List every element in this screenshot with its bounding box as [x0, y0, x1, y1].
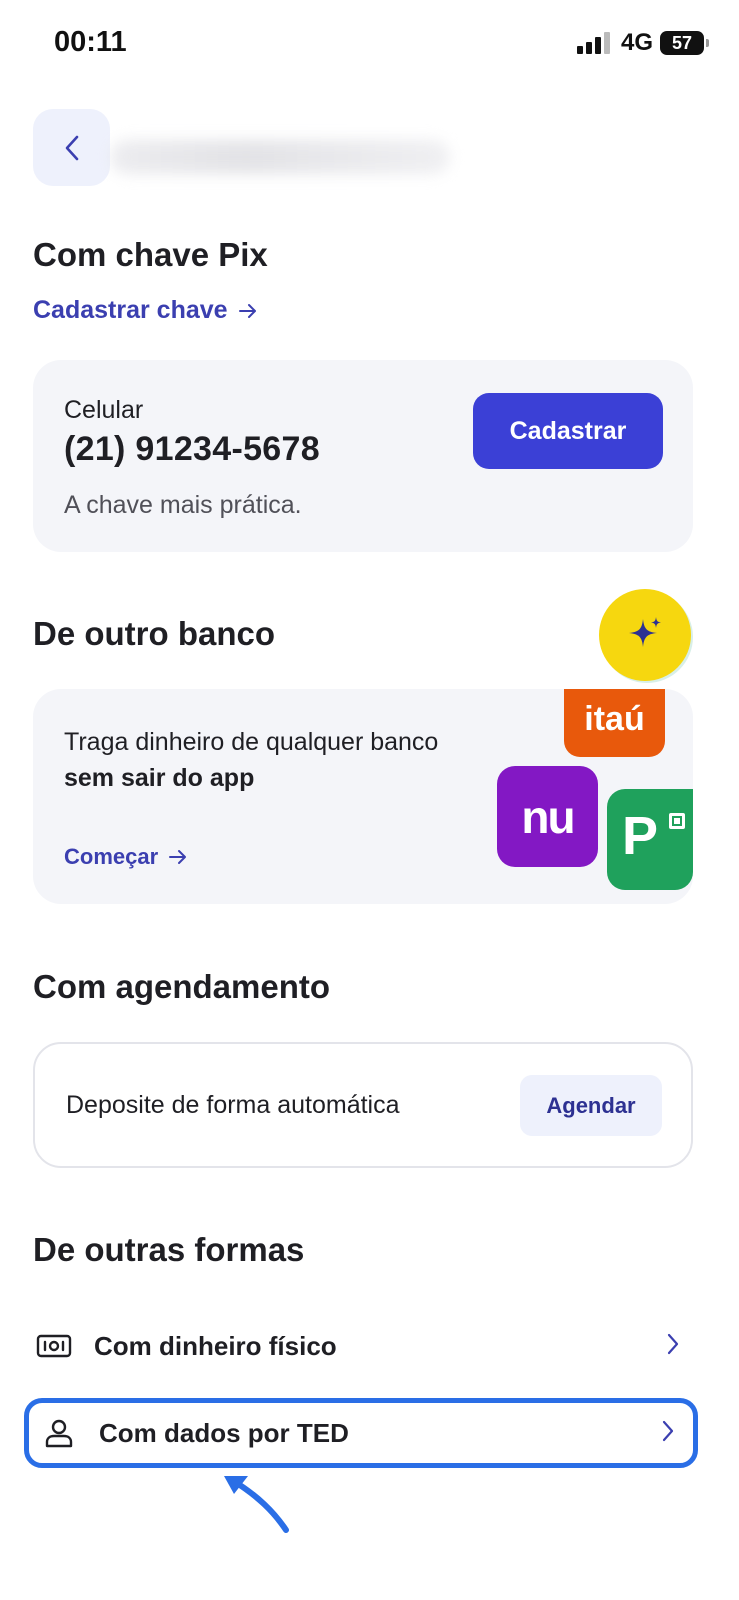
battery-level: 57 — [671, 32, 693, 53]
list-item-ted[interactable]: Com dados por TED — [24, 1398, 698, 1468]
section-title-other-bank: De outro banco — [33, 615, 276, 652]
start-link-label: Começar — [64, 844, 159, 869]
person-icon — [39, 1418, 79, 1448]
status-bar: 00:11 4G 57 — [0, 0, 739, 90]
nubank-logo: nu — [497, 766, 598, 867]
other-bank-text-regular: Traga dinheiro de qualquer banco — [64, 728, 439, 756]
section-title-pix: Com chave Pix — [33, 236, 268, 273]
chevron-right-icon — [661, 1419, 675, 1448]
annotation-arrow-icon — [224, 1476, 289, 1533]
chevron-right-icon — [666, 1332, 680, 1361]
status-time: 00:11 — [54, 26, 127, 58]
network-label: 4G — [621, 29, 654, 56]
signal-icon — [577, 32, 615, 54]
arrow-right-icon — [238, 303, 256, 318]
battery-icon: 57 — [660, 31, 709, 55]
section-title-scheduling: Com agendamento — [33, 968, 331, 1005]
blurred-page-title — [110, 140, 450, 174]
scheduling-text: Deposite de forma automática — [66, 1091, 400, 1119]
chevron-left-icon — [65, 135, 78, 160]
picpay-logo-mark — [669, 813, 685, 829]
scheduling-card: Deposite de forma automática Agendar — [33, 1042, 693, 1168]
sparkle-icon — [629, 617, 661, 647]
list-item-cash-label: Com dinheiro físico — [94, 1330, 337, 1361]
list-item-cash[interactable]: Com dinheiro físico — [24, 1311, 698, 1381]
pix-key-card: Celular (21) 91234-5678 A chave mais prá… — [33, 360, 693, 552]
arrow-right-icon — [169, 850, 187, 864]
list-item-ted-label: Com dados por TED — [99, 1417, 349, 1448]
pix-key-type: Celular — [64, 396, 144, 424]
other-bank-text-bold: sem sair do app — [64, 764, 255, 792]
itau-logo: itaú — [564, 689, 665, 757]
back-button[interactable] — [33, 109, 110, 186]
register-key-link[interactable]: Cadastrar chave — [33, 296, 258, 325]
register-button[interactable]: Cadastrar — [473, 393, 663, 469]
pix-key-value: (21) 91234-5678 — [64, 430, 320, 468]
register-key-link-label: Cadastrar chave — [33, 296, 228, 324]
picpay-logo-letter: P — [622, 806, 659, 866]
pix-key-description: A chave mais prática. — [64, 491, 302, 519]
section-title-other-ways: De outras formas — [33, 1231, 305, 1268]
schedule-button[interactable]: Agendar — [520, 1075, 662, 1136]
picpay-logo: P — [607, 789, 693, 890]
other-bank-text: Traga dinheiro de qualquer banco sem sai… — [64, 724, 464, 796]
cash-icon — [34, 1333, 74, 1359]
start-link[interactable]: Começar — [64, 844, 188, 870]
sparkle-badge[interactable] — [599, 589, 691, 681]
